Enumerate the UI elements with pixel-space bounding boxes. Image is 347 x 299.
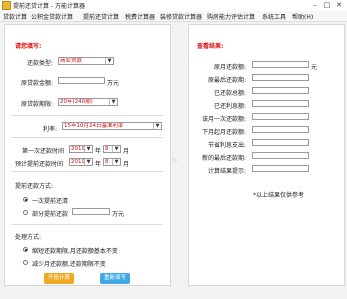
prepay-year-value: 2019	[71, 159, 85, 165]
chevron-down-icon: ▼	[112, 159, 120, 165]
prepay-part-label: 部分提前还款	[32, 211, 69, 218]
result-label: 该月一次还款额:	[201, 116, 246, 123]
first-payment-label: 第一次还款时间	[22, 148, 65, 155]
menu-loan-calc[interactable]: 贷款计算	[3, 12, 27, 21]
menu-fund-loan[interactable]: 公积金贷款计算	[31, 12, 73, 21]
prepay-all-radio[interactable]	[23, 197, 28, 202]
handle-method-title: 处理方式:	[15, 234, 42, 241]
divider	[11, 115, 163, 116]
chevron-right-icon: ››	[171, 154, 178, 167]
rate-value: 15年10月24日基准利率	[64, 123, 124, 129]
month-unit: 月	[123, 161, 130, 168]
chevron-down-icon: ▼	[153, 123, 161, 129]
result-note: *以上结果仅供参考	[253, 192, 305, 199]
menu-decoration[interactable]: 装修贷款计算器	[160, 12, 202, 21]
first-month-select[interactable]: 8 ▼	[103, 145, 121, 153]
prepay-part-radio[interactable]	[23, 210, 28, 215]
year-unit: 年	[95, 148, 102, 155]
result-unit: 元	[311, 64, 318, 71]
close-button[interactable]: ✕	[333, 0, 345, 11]
chevron-down-icon: ▼	[112, 146, 120, 152]
rate-select[interactable]: 15年10月24日基准利率 ▼	[62, 122, 162, 130]
divider	[11, 224, 163, 225]
menu-bar: 贷款计算 公积金贷款计算 提前还贷计算 税费计算器 装修贷款计算器 购房能力评估…	[0, 11, 347, 22]
chevron-down-icon: ▼	[109, 99, 117, 105]
result-label: 原最后还款期:	[207, 77, 246, 84]
input-section-title: 请您填写:	[15, 43, 42, 50]
prepay-month-value: 8	[105, 159, 109, 165]
result-field	[252, 152, 309, 159]
menu-ability[interactable]: 购房能力评估计算	[207, 12, 255, 21]
calculate-button[interactable]: 开始计算	[44, 273, 74, 284]
term-select[interactable]: 20年(240期) ▼	[58, 98, 118, 106]
result-field	[252, 100, 309, 107]
loan-type-select[interactable]: 商业贷款 ▼	[58, 57, 114, 65]
app-icon	[2, 1, 11, 10]
reset-button[interactable]: 重新填写	[100, 273, 130, 284]
prepay-month-select[interactable]: 8 ▼	[103, 158, 121, 166]
maximize-button[interactable]: □	[321, 0, 333, 11]
menu-tax[interactable]: 税费计算器	[125, 12, 155, 21]
year-unit: 年	[95, 161, 102, 168]
chevron-down-icon: ▼	[105, 58, 113, 64]
prepay-method-title: 提前还款方式:	[15, 183, 54, 190]
chevron-down-icon: ▼	[84, 146, 92, 152]
result-label: 下月起月还款额:	[201, 129, 246, 136]
result-section-title: 查看结果:	[197, 43, 224, 50]
result-field	[252, 139, 309, 146]
divider	[11, 137, 163, 138]
prepay-all-label: 一次提前还清	[32, 198, 69, 205]
prepay-part-unit: 万元	[112, 211, 125, 218]
menu-prepay[interactable]: 提前还贷计算	[83, 12, 119, 21]
first-month-value: 8	[105, 146, 109, 152]
prepay-time-label: 预计提前还款时间	[15, 161, 64, 168]
result-panel: 查看结果: 原月还款额: 元 原最后还款期: 已还款总额: 已还利息额: 该月一…	[188, 24, 345, 286]
prepay-part-input[interactable]	[72, 208, 110, 215]
first-year-value: 2019	[71, 146, 85, 152]
rate-label: 利率:	[42, 126, 57, 133]
result-label: 新的最后还款期:	[201, 155, 246, 162]
total-input[interactable]	[58, 77, 105, 84]
loan-type-label: 还款类型:	[26, 60, 53, 67]
result-label: 已还款总额:	[213, 90, 246, 97]
result-field	[252, 74, 309, 81]
result-label: 已还利息额:	[213, 103, 246, 110]
divider	[11, 171, 163, 172]
month-unit: 月	[123, 148, 130, 155]
reduce-payment-radio[interactable]	[23, 260, 28, 265]
result-label: 原月还款额:	[213, 64, 246, 71]
result-field	[252, 165, 309, 172]
menu-help[interactable]: 帮助(H)	[292, 12, 313, 21]
loan-type-value: 商业贷款	[60, 58, 83, 64]
reduce-payment-label: 减少月还款额,还款期限不变	[32, 261, 106, 268]
minimize-button[interactable]: –	[309, 0, 321, 11]
chevron-down-icon: ▼	[84, 159, 92, 165]
input-panel: 请您填写: 还款类型: 商业贷款 ▼ 原贷款金额: 万元 原贷款期限: 20年(…	[4, 24, 171, 286]
result-label: 节省利息支出:	[207, 142, 246, 149]
result-field	[252, 113, 309, 120]
menu-system-tools[interactable]: 系统工具	[262, 12, 286, 21]
shorten-term-radio[interactable]	[23, 247, 28, 252]
total-label: 原贷款金额:	[20, 80, 53, 87]
prepay-year-select[interactable]: 2019 ▼	[69, 158, 93, 166]
term-value: 20年(240期)	[60, 99, 93, 105]
window-title: 提前还贷计算 - 万能计算器	[13, 3, 85, 10]
result-label: 计算结果提示:	[207, 168, 246, 175]
result-field	[252, 126, 309, 133]
term-label: 原贷款期限:	[20, 101, 53, 108]
shorten-term-label: 缩短还款期限,月还款额基本不变	[32, 248, 118, 255]
total-unit: 万元	[107, 80, 120, 87]
result-field	[252, 87, 309, 94]
first-year-select[interactable]: 2019 ▼	[69, 145, 93, 153]
result-field	[252, 61, 309, 68]
